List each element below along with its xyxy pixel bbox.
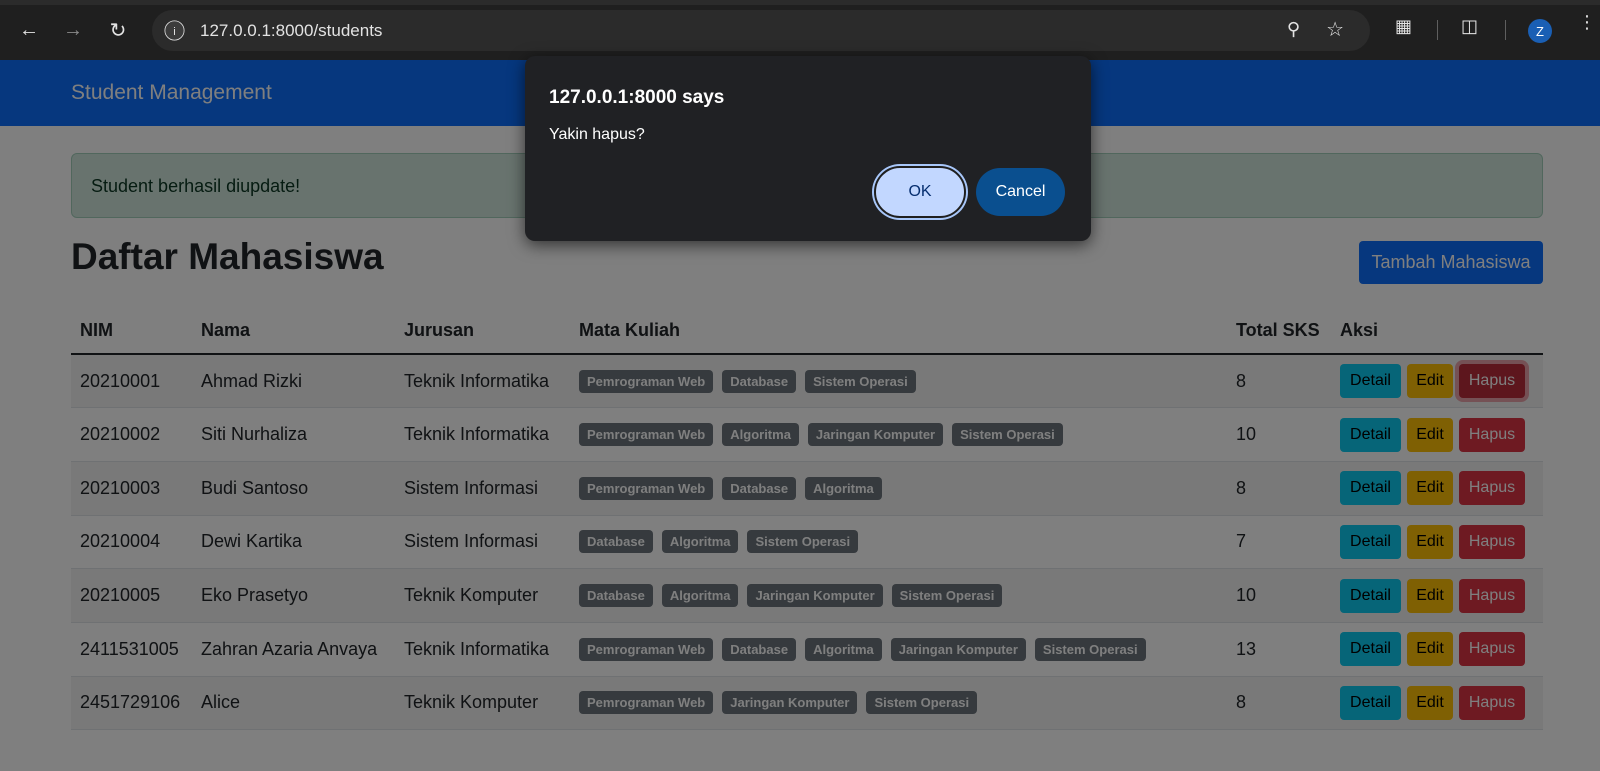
cast-search-icon[interactable]: ◫ xyxy=(1461,16,1478,37)
url-text[interactable]: 127.0.0.1:8000/students xyxy=(200,21,382,41)
zoom-icon[interactable]: ⚲ xyxy=(1287,19,1300,40)
cancel-button[interactable]: Cancel xyxy=(976,168,1065,216)
toolbar-divider xyxy=(1505,20,1506,40)
kebab-menu-icon[interactable]: ⋮ xyxy=(1578,13,1596,31)
profile-avatar[interactable]: Z xyxy=(1528,19,1552,43)
info-icon[interactable]: i xyxy=(164,20,185,41)
address-bar[interactable]: i 127.0.0.1:8000/students ⚲ ☆ xyxy=(152,10,1370,51)
reload-icon[interactable]: ↻ xyxy=(104,16,132,44)
ok-button[interactable]: OK xyxy=(874,166,966,218)
forward-arrow-icon[interactable]: → xyxy=(59,16,87,44)
back-arrow-icon[interactable]: ← xyxy=(15,16,43,44)
browser-toolbar: ← → ↻ i 127.0.0.1:8000/students ⚲ ☆ ▦ ◫ … xyxy=(0,0,1600,60)
star-icon[interactable]: ☆ xyxy=(1326,17,1344,42)
tab-strip-edge xyxy=(0,0,1600,5)
dialog-message: Yakin hapus? xyxy=(549,126,645,143)
dialog-title: 127.0.0.1:8000 says xyxy=(549,87,725,108)
puzzle-icon[interactable]: ▦ xyxy=(1395,16,1412,37)
confirm-dialog: 127.0.0.1:8000 says Yakin hapus? OK Canc… xyxy=(525,56,1091,241)
toolbar-divider xyxy=(1437,20,1438,40)
